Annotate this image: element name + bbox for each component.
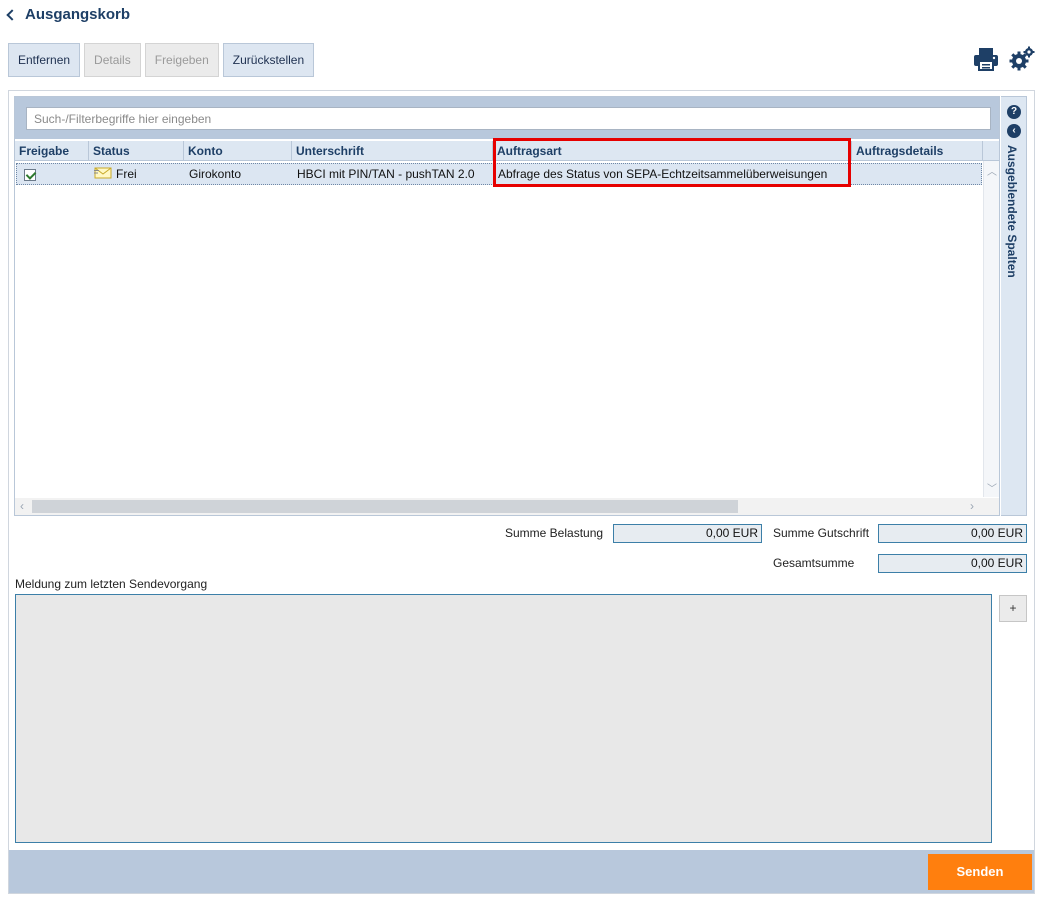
postpone-button[interactable]: Zurückstellen [222,43,315,77]
remove-button[interactable]: Entfernen [8,43,81,77]
message-label: Meldung zum letzten Sendevorgang [15,577,208,591]
send-button[interactable]: Senden [928,854,1032,890]
sum-debit-value: 0,00 EUR [613,524,762,543]
cell-auftragsart: Abfrage des Status von SEPA-Echtzeitsamm… [498,167,828,181]
toolbar: Entfernen Details Freigeben Zurückstelle… [8,43,315,77]
column-header-auftragsart[interactable]: Auftragsart [493,141,852,161]
scroll-thumb[interactable] [32,500,738,513]
table-header: Freigabe Status Konto Unterschrift Auftr… [15,141,999,161]
column-header-status[interactable]: Status [89,141,184,161]
status-text: Frei [116,167,137,181]
column-header-freigabe[interactable]: Freigabe [15,141,89,161]
scroll-down-icon[interactable]: ﹀ [987,480,997,495]
chevron-left-icon [6,9,18,21]
expand-message-button[interactable]: + [999,595,1027,622]
back-link[interactable]: Ausgangskorb [6,6,131,23]
details-button[interactable]: Details [84,43,141,77]
back-label: Ausgangskorb [25,6,131,23]
column-header-unterschrift[interactable]: Unterschrift [292,141,493,161]
sum-total-value: 0,00 EUR [878,554,1027,573]
sum-credit-label: Summe Gutschrift [773,526,870,540]
column-header-konto[interactable]: Konto [184,141,292,161]
horizontal-scrollbar[interactable]: ‹ › [15,498,999,515]
hidden-columns-sidebar[interactable]: ? ‹ Ausgeblendete Spalten [1001,96,1027,516]
top-icons [973,46,1035,72]
cell-unterschrift: HBCI mit PIN/TAN - pushTAN 2.0 [297,167,475,181]
order-table-panel: Freigabe Status Konto Unterschrift Auftr… [14,96,1000,516]
printer-icon[interactable] [973,46,999,72]
message-box [15,594,992,843]
help-icon[interactable]: ? [1007,105,1021,119]
scroll-left-icon[interactable]: ‹ [20,499,24,513]
column-header-auftragsdetails[interactable]: Auftragsdetails [852,141,983,161]
vertical-scrollbar[interactable]: ︿ ﹀ [983,161,999,497]
scroll-up-icon[interactable]: ︿ [987,163,997,178]
cell-konto: Girokonto [189,167,242,181]
hidden-columns-label[interactable]: Ausgeblendete Spalten [1005,145,1019,278]
column-header-spacer [983,141,999,161]
gear-icon[interactable] [1009,46,1035,72]
cell-auftragsdetails [853,164,981,184]
envelope-icon [94,167,112,179]
sum-total-label: Gesamtsumme [773,556,855,570]
search-input[interactable] [26,107,991,130]
release-button[interactable]: Freigeben [144,43,219,77]
collapse-icon[interactable]: ‹ [1007,124,1021,138]
filter-bar [15,97,999,139]
release-checkbox[interactable] [24,168,36,181]
footer-bar [9,850,1034,893]
sum-credit-value: 0,00 EUR [878,524,1027,543]
cell-freigabe [17,164,90,184]
scroll-right-icon[interactable]: › [970,499,974,513]
cell-status: Frei [90,164,185,184]
table-row[interactable]: Frei Girokonto HBCI mit PIN/TAN - pushTA… [16,163,982,185]
sum-debit-label: Summe Belastung [505,526,604,540]
